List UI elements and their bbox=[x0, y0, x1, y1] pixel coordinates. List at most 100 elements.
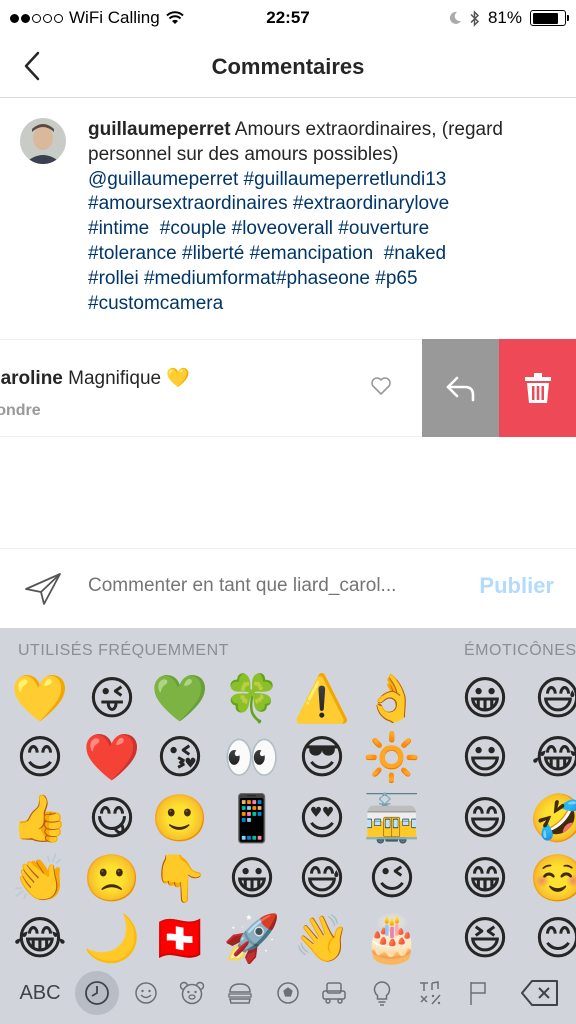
emoji-key[interactable]: 😉 bbox=[362, 848, 422, 908]
reply-link[interactable]: Répondre bbox=[0, 402, 41, 420]
emoji-key[interactable]: 😀 bbox=[455, 668, 515, 728]
lightbulb-icon bbox=[373, 981, 391, 1006]
emoji-key[interactable]: 😃 bbox=[455, 727, 515, 787]
emoji-key[interactable]: 😀 bbox=[222, 848, 282, 908]
recent-category-button[interactable] bbox=[75, 971, 119, 1015]
emoji-key[interactable]: 💚 bbox=[150, 668, 210, 728]
emoji-key[interactable]: 🔆 bbox=[362, 727, 422, 787]
emoji-key[interactable]: 👌 bbox=[362, 668, 422, 728]
emoji-key[interactable]: 👇 bbox=[150, 848, 210, 908]
smiley-icon bbox=[135, 982, 157, 1004]
emoji-key[interactable]: 😂 bbox=[528, 727, 576, 787]
emoji-key[interactable]: 👏 bbox=[10, 848, 70, 908]
emoji-key[interactable]: 😅 bbox=[528, 668, 576, 728]
activity-category-button[interactable] bbox=[272, 973, 304, 1013]
emoji-key[interactable]: 😍 bbox=[292, 788, 352, 848]
emoji-key[interactable]: 🤣 bbox=[528, 788, 576, 848]
emoji-key[interactable]: 🚀 bbox=[222, 908, 282, 968]
emoji-key[interactable]: 😁 bbox=[455, 848, 515, 908]
emoji-key[interactable]: 😎 bbox=[292, 727, 352, 787]
abc-button[interactable]: ABC bbox=[12, 973, 68, 1013]
soccer-ball-icon bbox=[277, 982, 299, 1004]
comment-row[interactable]: caroline Magnifique 💛 Répondre bbox=[0, 339, 576, 437]
bear-icon bbox=[179, 981, 205, 1005]
bluetooth-icon bbox=[470, 9, 480, 27]
hashtag-line[interactable]: #rollei #mediumformat#phaseone #p65 bbox=[88, 267, 560, 292]
hashtag-line[interactable]: @guillaumeperret #guillaumeperretlundi13 bbox=[88, 168, 560, 193]
food-category-button[interactable] bbox=[224, 973, 256, 1013]
yellow-heart-emoji: 💛 bbox=[166, 368, 191, 389]
comment-input[interactable] bbox=[88, 575, 448, 597]
emoji-keyboard: UTILISÉS FRÉQUEMMENT ÉMOTICÔNES 💛 😜 💚 🍀 ⚠️ 👌 😀… bbox=[0, 628, 576, 1024]
symbols-category-button[interactable] bbox=[414, 973, 446, 1013]
emoji-key[interactable]: 🍀 bbox=[222, 668, 282, 728]
heart-icon[interactable] bbox=[370, 376, 392, 396]
publish-button[interactable]: Publier bbox=[479, 573, 554, 599]
emoji-key[interactable]: 🙂 bbox=[150, 788, 210, 848]
clock-icon bbox=[85, 981, 109, 1005]
reply-arrow-icon bbox=[446, 376, 474, 402]
backspace-icon bbox=[521, 980, 558, 1006]
emoji-key[interactable]: 😊 bbox=[10, 727, 70, 787]
travel-category-button[interactable] bbox=[318, 973, 350, 1013]
backspace-button[interactable] bbox=[516, 973, 564, 1013]
emoji-key[interactable]: 💛 bbox=[10, 668, 70, 728]
emoji-key[interactable]: 🌙 bbox=[82, 908, 142, 968]
emoji-key[interactable]: 😄 bbox=[455, 788, 515, 848]
comment-body: Magnifique bbox=[68, 368, 162, 389]
emoji-key[interactable]: 😘 bbox=[150, 727, 210, 787]
status-bar: WiFi Calling 22:57 81% bbox=[0, 0, 576, 36]
emoji-key[interactable]: 🎂 bbox=[362, 908, 422, 968]
caption-text: guillaumeperret Amours extraordinaires, … bbox=[88, 118, 560, 316]
comment-composer: Publier bbox=[0, 548, 576, 628]
emoji-key[interactable]: 😊 bbox=[528, 908, 576, 968]
animals-category-button[interactable] bbox=[176, 973, 208, 1013]
emoji-key[interactable]: 😜 bbox=[82, 668, 142, 728]
emoji-key[interactable]: 👀 bbox=[222, 727, 282, 787]
emoji-key[interactable]: 😆 bbox=[455, 908, 515, 968]
emoji-key[interactable]: ❤️ bbox=[82, 727, 142, 787]
avatar-photo bbox=[20, 118, 66, 164]
emoji-key[interactable]: 👋 bbox=[292, 908, 352, 968]
hashtag-line[interactable]: #intime #couple #loveoverall #ouverture bbox=[88, 217, 560, 242]
status-right: 81% bbox=[448, 8, 569, 28]
emoji-key[interactable]: 😋 bbox=[82, 788, 142, 848]
comment-text: caroline Magnifique 💛 bbox=[0, 366, 190, 390]
post-caption: guillaumeperret Amours extraordinaires, … bbox=[20, 118, 560, 316]
comment-username[interactable]: caroline bbox=[0, 368, 63, 389]
emoji-key[interactable]: 🙁 bbox=[82, 848, 142, 908]
keyboard-category-bar: ABC bbox=[0, 963, 576, 1024]
caption-username[interactable]: guillaumeperret bbox=[88, 119, 231, 140]
reply-link-label[interactable]: Répondre bbox=[0, 402, 41, 419]
flags-category-button[interactable] bbox=[462, 973, 494, 1013]
hashtag-line[interactable]: #amoursextraordinaires #extraordinarylov… bbox=[88, 192, 560, 217]
emoji-key[interactable]: 😅 bbox=[292, 848, 352, 908]
emoji-key[interactable]: 🚋 bbox=[362, 788, 422, 848]
reply-action-button[interactable] bbox=[422, 339, 499, 437]
emoji-key[interactable]: 😂 bbox=[10, 908, 70, 968]
car-icon bbox=[322, 982, 346, 1004]
objects-category-button[interactable] bbox=[366, 973, 398, 1013]
symbols-icon bbox=[420, 981, 441, 1005]
trash-icon bbox=[524, 373, 551, 403]
emoji-key[interactable]: 👍 bbox=[10, 788, 70, 848]
battery-percent: 81% bbox=[487, 8, 522, 27]
back-button[interactable] bbox=[14, 48, 50, 84]
avatar[interactable] bbox=[20, 118, 66, 164]
delete-action-button[interactable] bbox=[499, 339, 576, 437]
comment-content: caroline Magnifique 💛 Répondre bbox=[0, 339, 422, 437]
emoji-key[interactable]: ☺️ bbox=[528, 848, 576, 908]
emoji-key[interactable]: 🇨🇭 bbox=[150, 908, 210, 968]
emoji-key[interactable]: ⚠️ bbox=[292, 668, 352, 728]
emoji-key[interactable]: 📱 bbox=[222, 788, 282, 848]
section-label-frequent: UTILISÉS FRÉQUEMMENT bbox=[18, 642, 229, 659]
page-title: Commentaires bbox=[211, 53, 365, 79]
chevron-left-icon bbox=[24, 51, 40, 81]
flag-icon bbox=[470, 982, 486, 1005]
send-icon[interactable] bbox=[24, 571, 64, 607]
hashtag-line[interactable]: #customcamera bbox=[88, 292, 560, 317]
smiley-category-button[interactable] bbox=[130, 973, 162, 1013]
hashtag-line[interactable]: #tolerance #liberté #emancipation #naked bbox=[88, 242, 560, 267]
header: Commentaires bbox=[0, 36, 576, 98]
burger-icon bbox=[228, 983, 252, 1004]
